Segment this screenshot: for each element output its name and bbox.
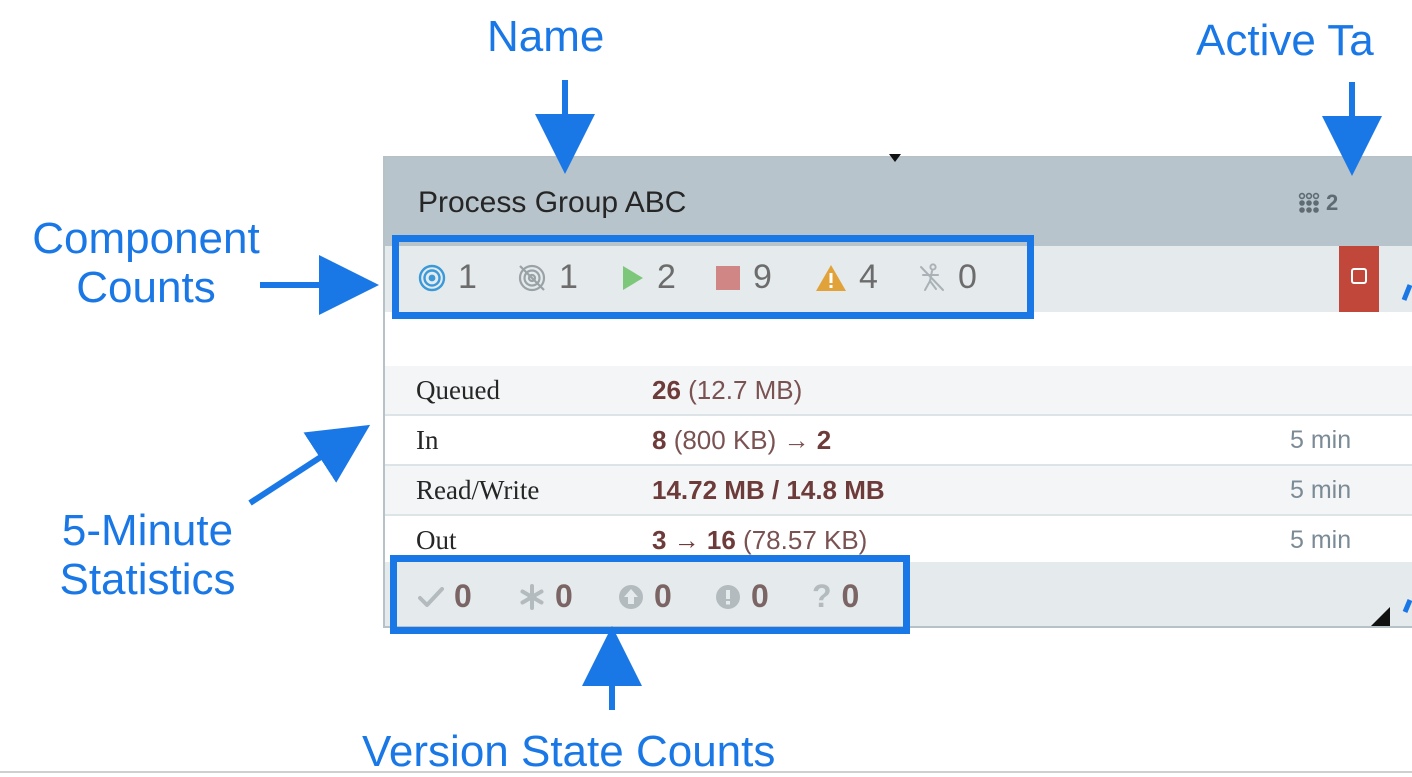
stats-arrow — [248, 424, 371, 506]
right-arrow-stub — [1401, 284, 1412, 301]
callout-arrows — [0, 80, 1412, 773]
top-caret — [889, 154, 901, 162]
right-arrow-stub-lower — [1402, 599, 1412, 613]
